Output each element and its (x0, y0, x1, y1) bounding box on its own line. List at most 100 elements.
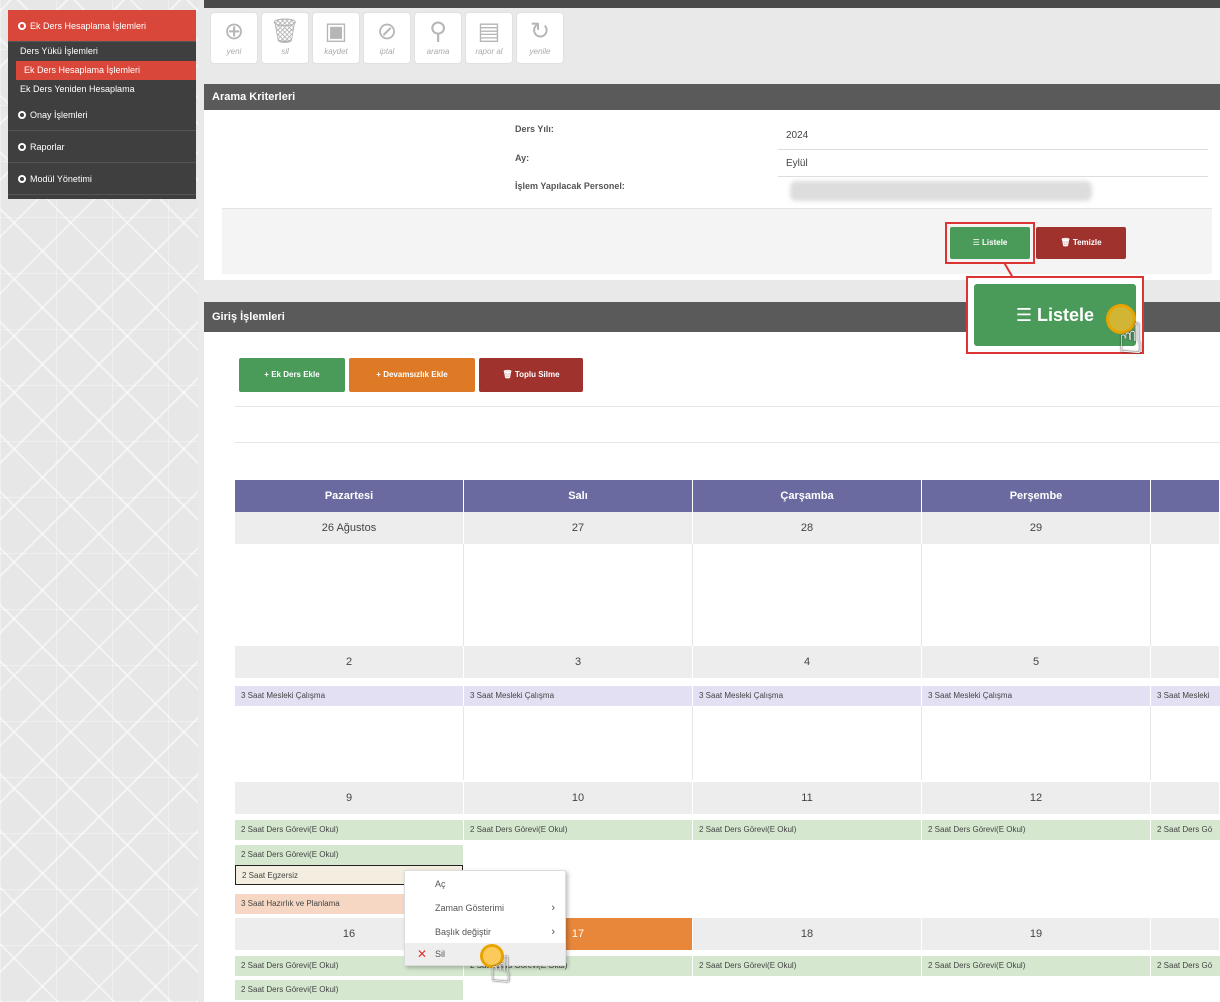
save-icon: ▣ (324, 18, 348, 45)
delete-button[interactable]: 🗑 sil (261, 12, 309, 64)
personel-label: İşlem Yapılacak Personel: (515, 181, 625, 191)
date-cell[interactable]: 3 (464, 646, 693, 678)
menu-modul-yonetimi[interactable]: Modül Yönetimi (8, 163, 196, 195)
date-cell[interactable]: 5 (922, 646, 1151, 678)
day-cell[interactable] (235, 544, 464, 646)
divider (235, 442, 1220, 443)
calendar-event[interactable]: 2 Saat Ders Görevi(E Okul) (235, 820, 463, 840)
sidebar-menu: Ek Ders Hesaplama İşlemleri Ders Yükü İş… (8, 10, 196, 199)
submenu-yeniden-hesaplama[interactable]: Ek Ders Yeniden Hesaplama (8, 80, 196, 99)
calendar-event[interactable]: 3 Saat Mesleki Çalışma (235, 686, 463, 706)
trash-icon: 🗑 (1060, 238, 1073, 247)
date-cell[interactable]: 10 (464, 782, 693, 814)
refresh-button[interactable]: ↻ yenile (516, 12, 564, 64)
menu-onay-islemleri[interactable]: Onay İşlemleri (8, 99, 196, 131)
list-icon: ☰ (1015, 305, 1038, 325)
plus-circle-icon: ⊕ (223, 18, 245, 45)
bullet-icon (18, 111, 26, 119)
new-button[interactable]: ⊕ yeni (210, 12, 258, 64)
chevron-right-icon: › (551, 926, 555, 938)
menu-ek-ders-hesaplama[interactable]: Ek Ders Hesaplama İşlemleri (8, 10, 196, 42)
trash-icon: 🗑 (502, 370, 515, 379)
list-button[interactable]: ☰ Listele (950, 227, 1030, 259)
day-cell[interactable] (235, 706, 464, 780)
calendar-event[interactable]: 2 Saat Ders Görevi(E Okul) (235, 980, 463, 1000)
month-label: Ay: (515, 153, 530, 163)
close-icon: ✕ (417, 947, 428, 961)
month-value[interactable]: Eylül (786, 158, 808, 169)
date-cell[interactable]: 29 (922, 512, 1151, 544)
day-cell[interactable] (922, 544, 1151, 646)
add-lesson-button[interactable]: + Ek Ders Ekle (239, 358, 345, 392)
save-button[interactable]: ▣ kaydet (312, 12, 360, 64)
toolbar: ⊕ yeni 🗑 sil ▣ kaydet ⊘ iptal ⚲ arama ▤ rapor … (210, 12, 564, 68)
month-underline (778, 176, 1208, 177)
bullet-icon (18, 22, 26, 30)
hand-cursor-icon: ☝ (1118, 315, 1144, 362)
sidebar: Ek Ders Hesaplama İşlemleri Ders Yükü İş… (0, 0, 198, 1002)
context-menu-time-display[interactable]: Zaman Gösterimi › (405, 897, 565, 919)
calendar-event[interactable]: 2 Saat Ders Gö (1151, 820, 1220, 840)
context-menu-change-title[interactable]: Başlık değiştir › (405, 921, 565, 943)
date-cell[interactable] (1151, 512, 1220, 544)
bulk-delete-button[interactable]: 🗑 Toplu Silme (479, 358, 583, 392)
calendar-event[interactable]: 3 Saat Mesleki Çalışma (464, 686, 692, 706)
cancel-button[interactable]: ⊘ iptal (363, 12, 411, 64)
day-header-friday (1151, 480, 1220, 512)
date-cell[interactable]: 2 (235, 646, 464, 678)
personel-value-blurred[interactable] (790, 181, 1092, 201)
date-cell[interactable]: 11 (693, 782, 922, 814)
date-cell[interactable]: 12 (922, 782, 1151, 814)
submenu-ek-ders-hesaplama[interactable]: Ek Ders Hesaplama İşlemleri (16, 61, 196, 80)
calendar-event[interactable]: 2 Saat Ders Görevi(E Okul) (693, 820, 921, 840)
year-value[interactable]: 2024 (786, 130, 808, 141)
day-cell[interactable] (464, 544, 693, 646)
day-header-wednesday: Çarşamba (693, 480, 922, 512)
search-button[interactable]: ⚲ arama (414, 12, 462, 64)
date-cell[interactable]: 28 (693, 512, 922, 544)
calendar-event[interactable]: 3 Saat Mesleki Çalışma (693, 686, 921, 706)
hand-cursor-icon: ☝ (490, 949, 512, 990)
calendar-event[interactable]: 2 Saat Ders Gö (1151, 956, 1220, 976)
calendar-event[interactable]: 2 Saat Ders Görevi(E Okul) (922, 956, 1150, 976)
date-cell[interactable]: 19 (922, 918, 1151, 950)
context-menu-open[interactable]: Aç (405, 873, 565, 895)
date-cell[interactable]: 27 (464, 512, 693, 544)
report-button[interactable]: ▤ rapor al (465, 12, 513, 64)
menu-raporlar[interactable]: Raporlar (8, 131, 196, 163)
report-icon: ▤ (477, 18, 501, 45)
date-cell[interactable]: 18 (693, 918, 922, 950)
day-cell[interactable] (922, 706, 1151, 780)
clear-button[interactable]: 🗑 Temizle (1036, 227, 1126, 259)
bullet-icon (18, 143, 26, 151)
calendar-event[interactable]: 3 Saat Mesleki Çalışma (922, 686, 1150, 706)
date-cell[interactable] (1151, 646, 1220, 678)
trash-icon: 🗑 (269, 18, 301, 45)
calendar-event[interactable]: 3 Saat Mesleki (1151, 686, 1220, 706)
year-underline (778, 149, 1208, 150)
calendar-event[interactable]: 2 Saat Ders Görevi(E Okul) (464, 820, 692, 840)
day-cell[interactable] (464, 706, 693, 780)
bullet-icon (18, 175, 26, 183)
calendar-event[interactable]: 2 Saat Ders Görevi(E Okul) (693, 956, 921, 976)
calendar-event[interactable]: 2 Saat Ders Görevi(E Okul) (922, 820, 1150, 840)
list-icon: ☰ (972, 238, 983, 247)
criteria-panel-title: Arama Kriterleri (204, 84, 1220, 110)
date-cell[interactable] (1151, 782, 1220, 814)
submenu-ders-yuku[interactable]: Ders Yükü İşlemleri (8, 42, 196, 61)
top-bar (204, 0, 1220, 8)
search-icon: ⚲ (429, 18, 447, 45)
date-cell[interactable]: 9 (235, 782, 464, 814)
calendar-event[interactable]: 2 Saat Ders Görevi(E Okul) (235, 845, 463, 865)
refresh-icon: ↻ (529, 18, 551, 45)
day-header-thursday: Perşembe (922, 480, 1151, 512)
cancel-icon: ⊘ (376, 18, 398, 45)
day-cell[interactable] (693, 544, 922, 646)
add-attendance-button[interactable]: + Devamsızlık Ekle (349, 358, 475, 392)
year-label: Ders Yılı: (515, 124, 554, 134)
date-cell[interactable]: 26 Ağustos (235, 512, 464, 544)
date-cell[interactable] (1151, 918, 1220, 950)
date-cell[interactable]: 4 (693, 646, 922, 678)
day-cell[interactable] (693, 706, 922, 780)
day-header-tuesday: Salı (464, 480, 693, 512)
